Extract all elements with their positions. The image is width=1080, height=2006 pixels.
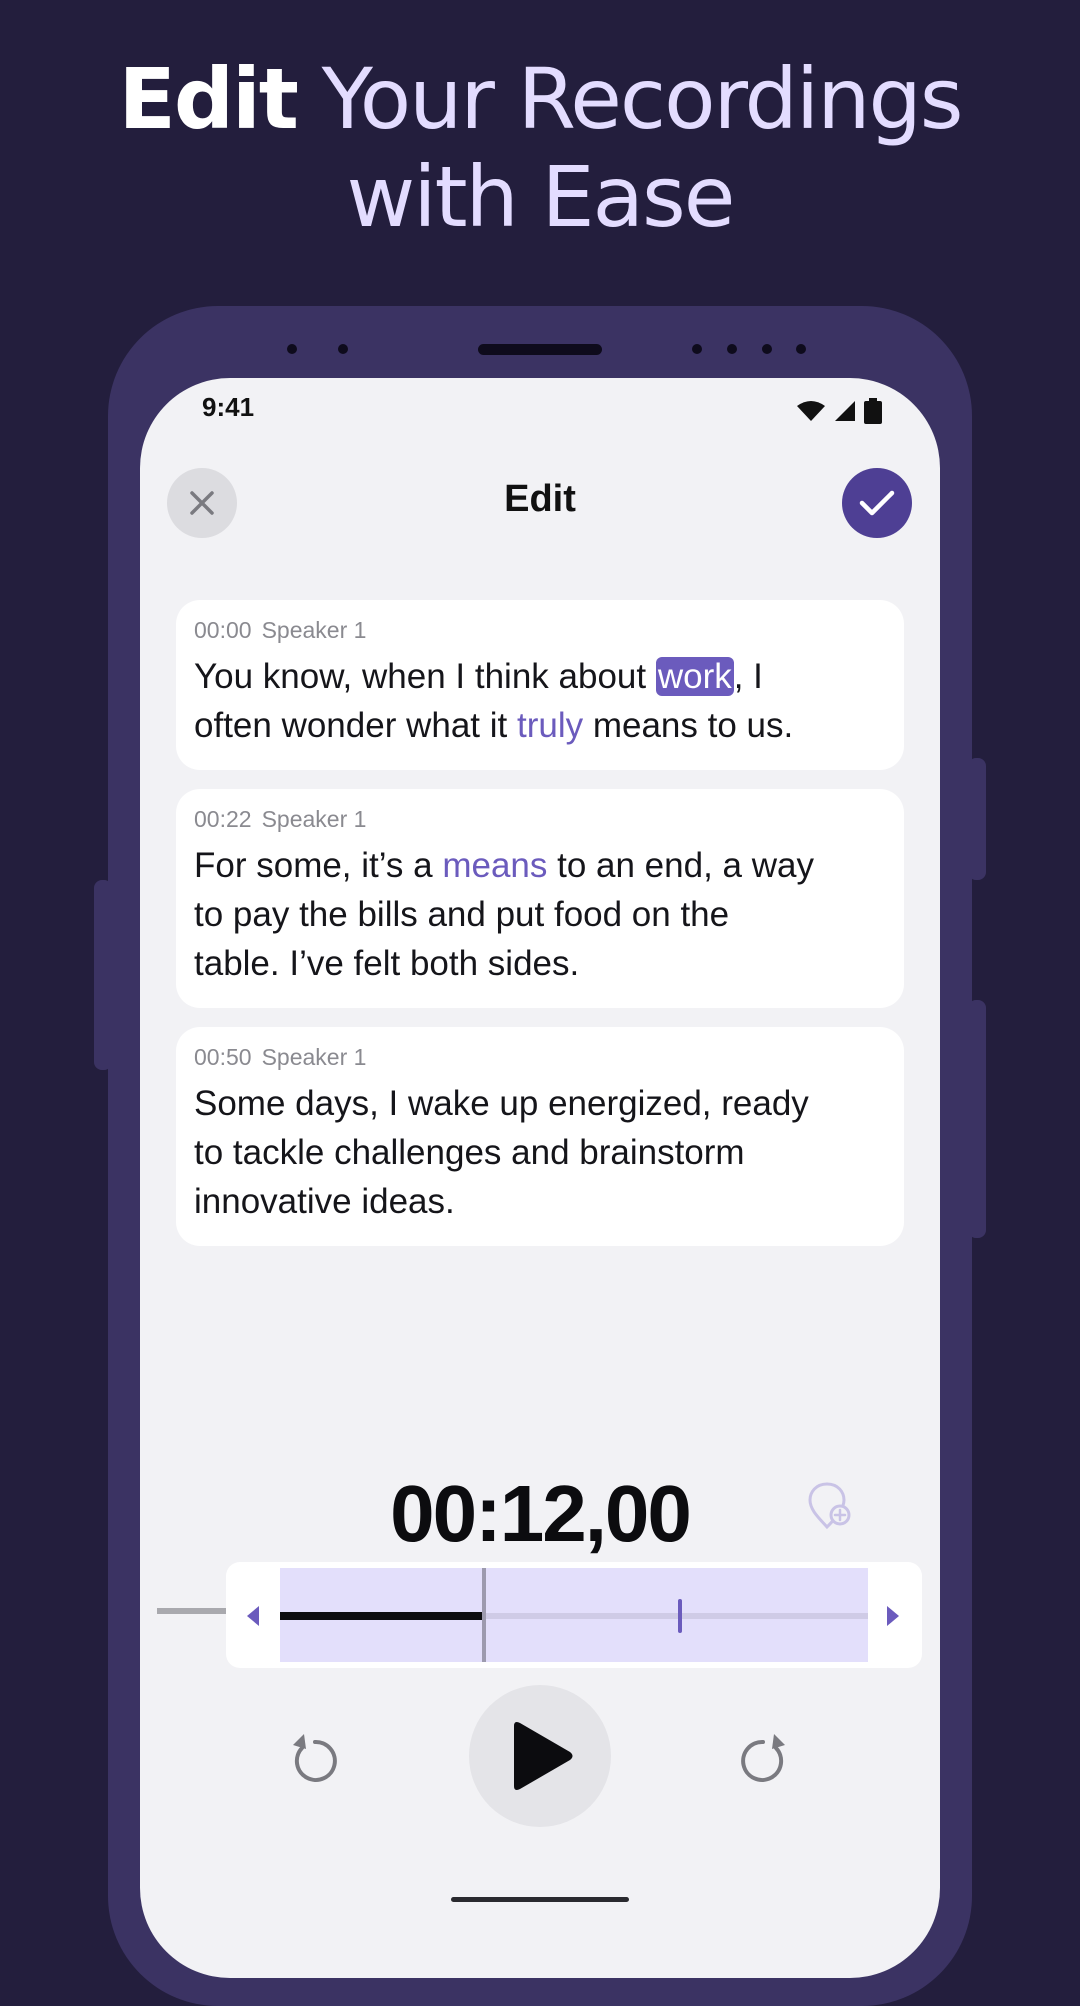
segment-meta: 00:22 Speaker 1 bbox=[194, 805, 886, 833]
fast-forward-icon[interactable] bbox=[739, 1728, 793, 1786]
segment-text-part: You know, when I think about bbox=[194, 657, 656, 696]
trim-start-handle-icon[interactable] bbox=[244, 1604, 264, 1628]
page-title: Edit bbox=[504, 478, 576, 520]
transcript-segment[interactable]: 00:22 Speaker 1 For some, it’s a means to… bbox=[176, 789, 904, 1008]
segment-meta: 00:00 Speaker 1 bbox=[194, 616, 886, 644]
headline-line1: Your Recordings bbox=[296, 50, 964, 148]
sensor-dot bbox=[338, 344, 348, 354]
timeline-track-outside bbox=[157, 1608, 227, 1614]
segment-text-part: For some, it’s a bbox=[194, 846, 443, 885]
segment-text[interactable]: For some, it’s a means to an end, a way … bbox=[194, 841, 886, 988]
segment-text[interactable]: You know, when I think about work, I oft… bbox=[194, 652, 886, 750]
segment-timestamp: 00:00 bbox=[194, 617, 252, 643]
trim-selection[interactable] bbox=[280, 1568, 868, 1662]
play-icon bbox=[514, 1722, 573, 1790]
status-time: 9:41 bbox=[202, 392, 255, 422]
segment-speaker: Speaker 1 bbox=[261, 1044, 367, 1070]
sensor-dot bbox=[727, 344, 737, 354]
home-indicator bbox=[451, 1897, 629, 1902]
trim-end-handle-icon[interactable] bbox=[882, 1604, 902, 1628]
checkmark-icon bbox=[859, 490, 895, 516]
transcript-segment[interactable]: 00:50 Speaker 1 Some days, I wake up ener… bbox=[176, 1027, 904, 1246]
highlighted-word[interactable]: means bbox=[442, 846, 547, 885]
segment-text-part: means to us. bbox=[583, 706, 794, 745]
play-button[interactable] bbox=[469, 1685, 611, 1827]
sensor-dot bbox=[287, 344, 297, 354]
add-marker-icon[interactable] bbox=[802, 1480, 852, 1532]
battery-icon bbox=[864, 398, 882, 424]
transcript-segment[interactable]: 00:00 Speaker 1 You know, when I think ab… bbox=[176, 600, 904, 770]
timeline-progress bbox=[280, 1612, 483, 1620]
status-icons bbox=[796, 398, 882, 424]
headline-line2: with Ease bbox=[346, 148, 736, 246]
segment-speaker: Speaker 1 bbox=[261, 806, 367, 832]
selected-word[interactable]: work bbox=[655, 657, 734, 696]
segment-speaker: Speaker 1 bbox=[261, 617, 367, 643]
earpiece bbox=[478, 344, 602, 355]
segment-timestamp: 00:50 bbox=[194, 1044, 252, 1070]
timeline-marker[interactable] bbox=[678, 1599, 682, 1633]
sensor-dot bbox=[692, 344, 702, 354]
sensor-dot bbox=[796, 344, 806, 354]
segment-meta: 00:50 Speaker 1 bbox=[194, 1043, 886, 1071]
playhead[interactable] bbox=[482, 1568, 486, 1662]
confirm-button[interactable] bbox=[842, 468, 912, 538]
segment-text[interactable]: Some days, I wake up energized, ready to… bbox=[194, 1079, 886, 1226]
signal-icon bbox=[835, 401, 855, 421]
wifi-icon bbox=[797, 401, 825, 421]
segment-text-part: Some days, I wake up energized, ready to… bbox=[194, 1084, 809, 1221]
highlighted-word[interactable]: truly bbox=[517, 706, 583, 745]
phone-screen: 9:41 Edit 00:00 Speaker 1 You know, when … bbox=[140, 378, 940, 1978]
trim-editor[interactable] bbox=[226, 1562, 922, 1668]
headline-bold: Edit bbox=[118, 50, 298, 148]
headline: Edit Your Recordings with Ease bbox=[0, 50, 1080, 246]
segment-timestamp: 00:22 bbox=[194, 806, 252, 832]
sensor-dot bbox=[762, 344, 772, 354]
rewind-icon[interactable] bbox=[285, 1728, 339, 1786]
